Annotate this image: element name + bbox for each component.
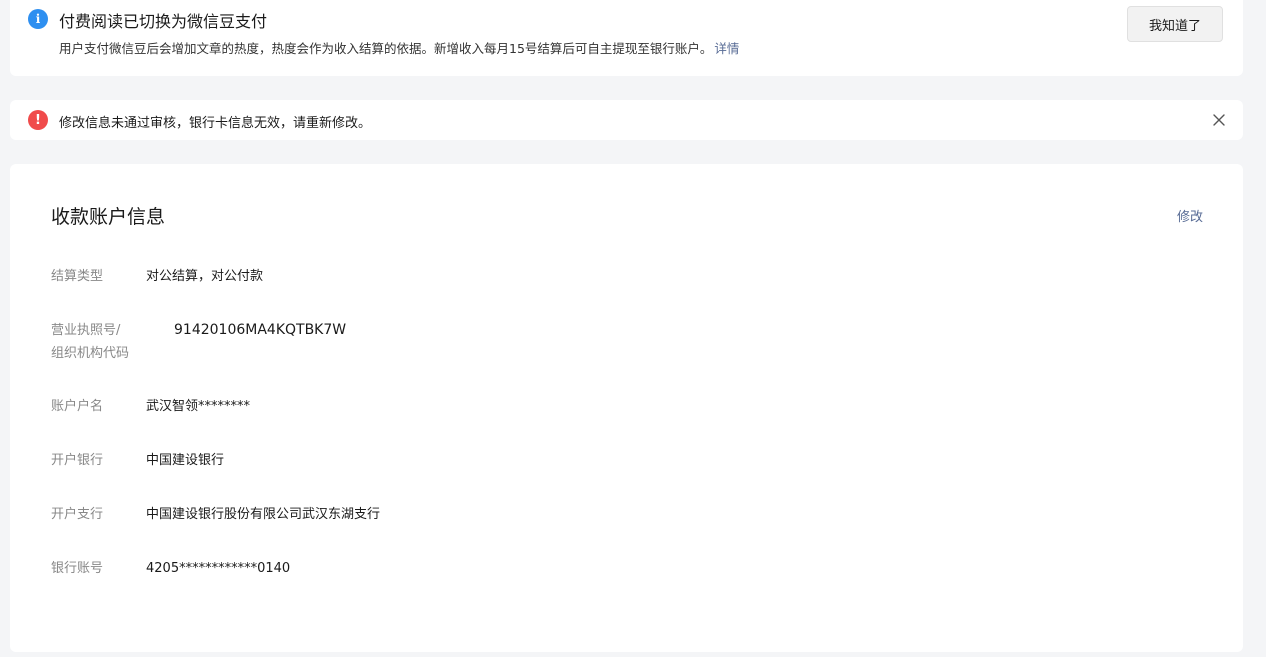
details-link[interactable]: 详情 [714,41,739,56]
info-icon: i [28,9,48,29]
notice-title: 付费阅读已切换为微信豆支付 [59,12,268,31]
field-label: 开户支行 [51,507,104,522]
notice-description: 用户支付微信豆后会增加文章的热度，热度会作为收入结算的依据。新增收入每月15号结… [59,38,739,57]
field-label-text: 营业执照号/ 组织机构代码 [51,323,130,361]
section-title: 收款账户信息 [51,206,166,228]
field-value: 中国建设银行股份有限公司武汉东湖支行 [146,507,381,522]
field-value: 中国建设银行 [146,453,225,468]
field-value: 对公结算，对公付款 [146,269,264,284]
field-label: 营业执照号/ 组织机构代码 [51,319,141,365]
field-value: 武汉智领******** [146,399,251,414]
edit-link[interactable]: 修改 [1177,206,1203,225]
close-icon[interactable] [1211,112,1227,128]
error-message: 修改信息未通过审核，银行卡信息无效，请重新修改。 [59,116,372,131]
field-value: 4205************0140 [146,561,291,576]
field-label: 结算类型 [51,269,104,284]
account-info-card: 收款账户信息 修改 结算类型 对公结算，对公付款 营业执照号/ 组织机构代码 9… [10,164,1243,652]
field-label: 银行账号 [51,561,104,576]
field-value: 91420106MA4KQTBK7W [174,322,347,338]
payment-notice-card: i 付费阅读已切换为微信豆支付 用户支付微信豆后会增加文章的热度，热度会作为收入… [10,0,1243,76]
field-label: 开户银行 [51,453,104,468]
got-it-button[interactable]: 我知道了 [1127,6,1223,42]
field-label: 账户户名 [51,399,104,414]
notice-description-text: 用户支付微信豆后会增加文章的热度，热度会作为收入结算的依据。新增收入每月15号结… [59,41,713,56]
error-alert: ! 修改信息未通过审核，银行卡信息无效，请重新修改。 [10,100,1243,140]
error-icon: ! [28,110,48,130]
